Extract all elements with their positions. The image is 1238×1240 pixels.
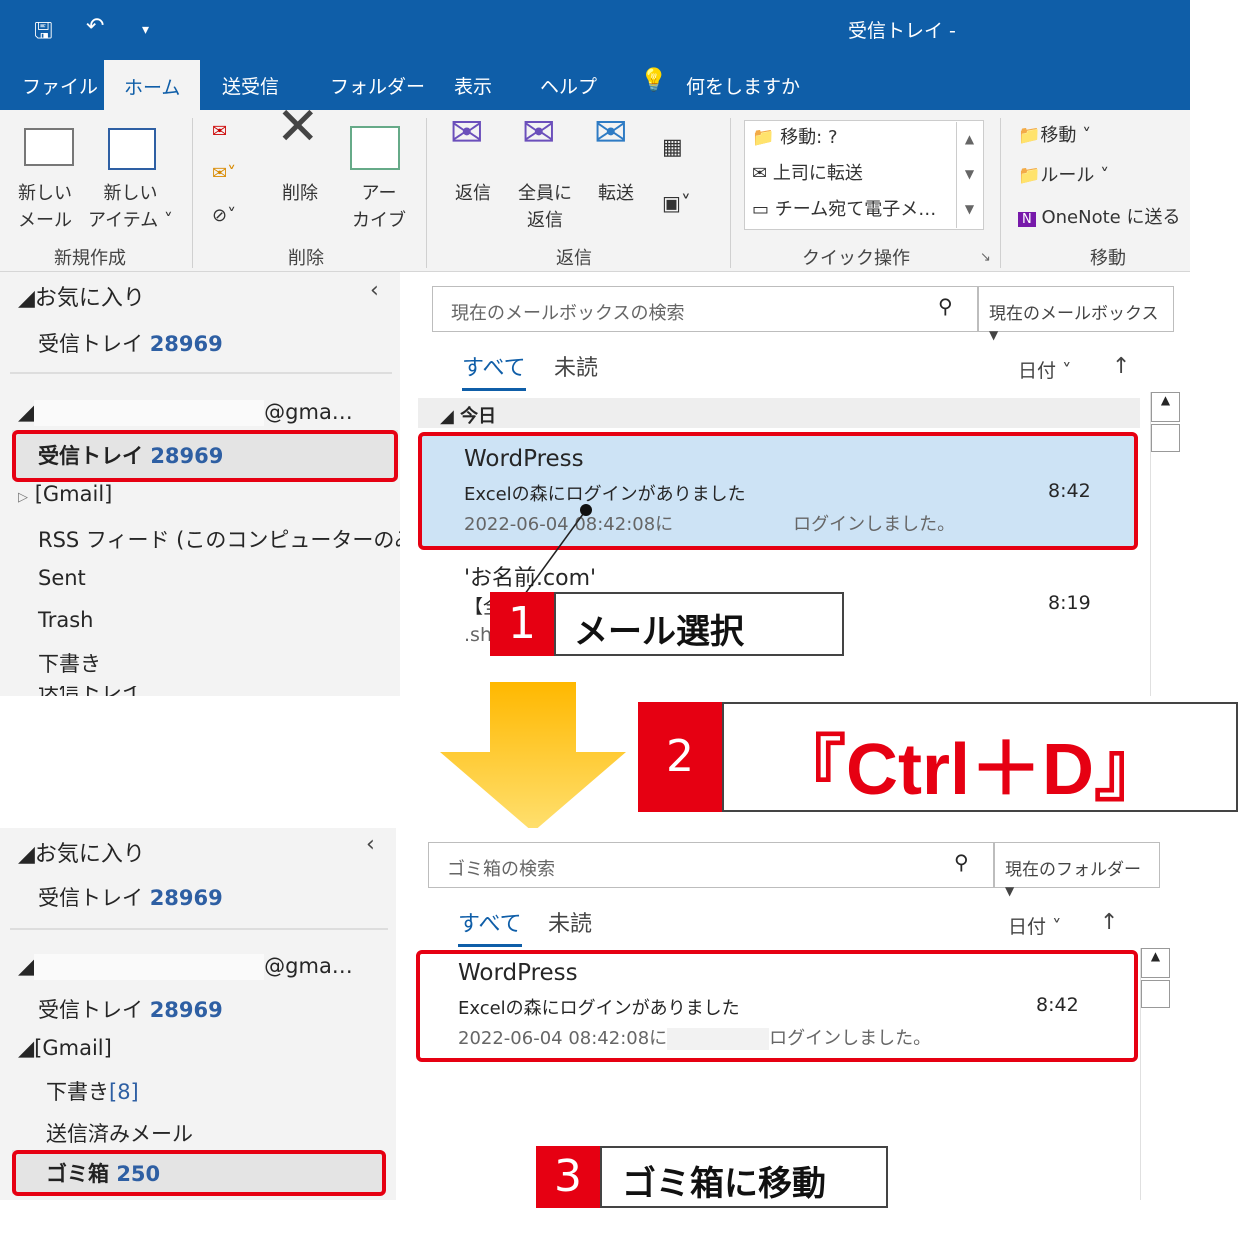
redacted-email xyxy=(34,954,265,980)
mail-list-bottom: ゴミ箱の検索 ⚲ 現在のフォルダー ▼ すべて 未読 日付 ˅ ↑ WordPr… xyxy=(396,828,1174,1200)
callout-1-number: 1 xyxy=(490,592,554,656)
scrollbar[interactable]: ▲ xyxy=(1140,948,1170,1200)
favorites-header[interactable]: ◢お気に入り xyxy=(18,836,145,868)
folder-sent-mail[interactable]: 送信済みメール xyxy=(46,1118,193,1148)
folder-pane-bottom: ◢お気に入り ‹ 受信トレイ 28969 ◢ @gma… 受信トレイ 28969 … xyxy=(0,828,396,1200)
search-icon[interactable]: ⚲ xyxy=(954,850,969,874)
search-input[interactable]: ゴミ箱の検索 xyxy=(428,842,994,888)
callout-3-label: ゴミ箱に移動 xyxy=(600,1146,888,1208)
filter-all[interactable]: すべて xyxy=(458,906,522,947)
callout-1-label: メール選択 xyxy=(554,592,844,656)
search-scope-dropdown[interactable]: 現在のフォルダー ▼ xyxy=(994,842,1160,898)
collapse-icon[interactable]: ‹ xyxy=(366,832,375,857)
callout-3-number: 3 xyxy=(536,1146,600,1208)
folder-drafts[interactable]: 下書き[8] xyxy=(46,1076,139,1106)
down-arrow-icon xyxy=(440,682,626,832)
callout-2-number: 2 xyxy=(638,702,722,812)
account-header[interactable]: ◢ @gma… xyxy=(18,954,353,980)
divider xyxy=(10,928,388,930)
callout-2-label: 『Ctrl＋D』 xyxy=(722,702,1238,812)
fav-inbox[interactable]: 受信トレイ 28969 xyxy=(38,882,223,912)
filter-unread[interactable]: 未読 xyxy=(548,906,592,938)
highlight-trash xyxy=(12,1150,386,1196)
highlight-mail xyxy=(416,950,1138,1062)
folder-gmail[interactable]: ◢[Gmail] xyxy=(18,1036,112,1060)
account-inbox[interactable]: 受信トレイ 28969 xyxy=(38,994,223,1024)
sort-direction[interactable]: ↑ xyxy=(1100,910,1118,935)
sort-by-date[interactable]: 日付 ˅ xyxy=(1008,912,1062,939)
